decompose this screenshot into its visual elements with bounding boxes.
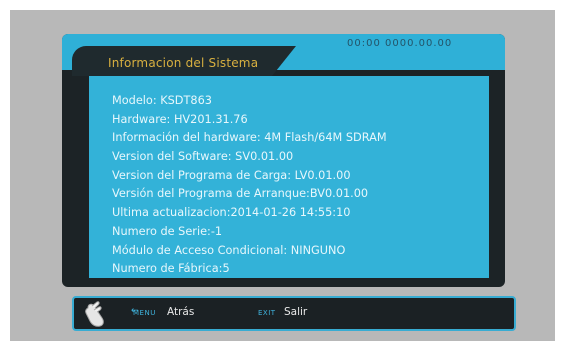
info-software-version: Version del Software: SV0.01.00 bbox=[112, 150, 294, 164]
info-hardware: Hardware: HV201.31.76 bbox=[112, 112, 248, 126]
exit-action-label[interactable]: Salir bbox=[284, 306, 307, 318]
info-ca-module: Módulo de Acceso Condicional: NINGUNO bbox=[112, 243, 346, 257]
info-serial-number: Numero de Serie:-1 bbox=[112, 224, 223, 238]
info-boot-version: Versión del Programa de Arranque:BV0.01.… bbox=[112, 187, 369, 201]
back-action-label[interactable]: Atrás bbox=[167, 306, 194, 318]
info-model: Modelo: KSDT863 bbox=[112, 94, 212, 107]
info-last-update: Ultima actualizacion:2014-01-26 14:55:10 bbox=[112, 206, 351, 220]
exit-key-label: EXIT bbox=[258, 309, 276, 317]
clock-display: 00:00 0000.00.00 bbox=[347, 38, 453, 49]
menu-key-label: MENU bbox=[133, 309, 156, 317]
info-loader-version: Version del Programa de Carga: LV0.01.00 bbox=[112, 168, 351, 182]
pointing-hand-icon bbox=[85, 301, 104, 327]
info-hardware-details: Información del hardware: 4M Flash/64M S… bbox=[112, 131, 387, 145]
info-factory-number: Numero de Fábrica:5 bbox=[112, 262, 230, 276]
dialog-title: Informacion del Sistema bbox=[108, 56, 259, 70]
system-info-list: Modelo: KSDT863 Hardware: HV201.31.76 In… bbox=[112, 92, 387, 279]
